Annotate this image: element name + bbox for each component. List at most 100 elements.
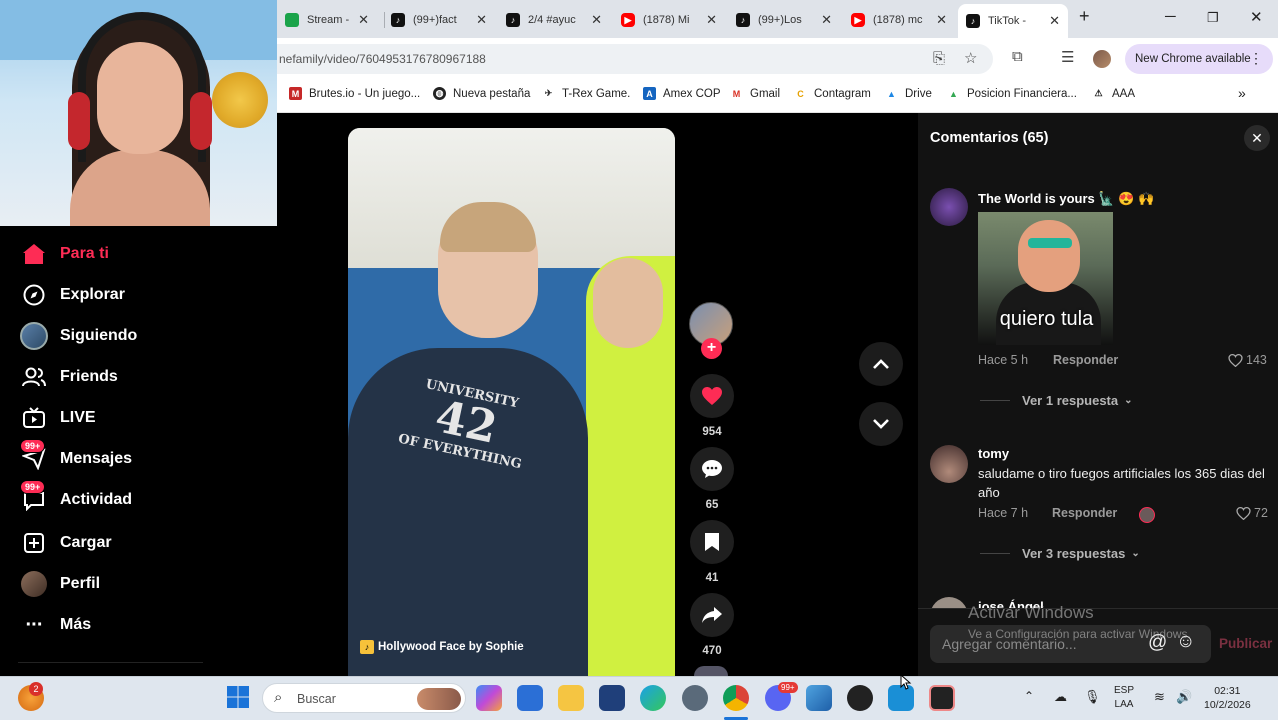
clock[interactable]: 02:31 10/2/2026 xyxy=(1204,684,1251,712)
bookmarks-overflow-icon[interactable]: » xyxy=(1238,85,1246,101)
close-icon[interactable]: ✕ xyxy=(706,12,717,28)
tab-2[interactable]: ♪ 2/4 #ayuc ✕ xyxy=(498,6,610,34)
extensions-icon[interactable]: ⧉ xyxy=(1012,48,1023,65)
star-icon[interactable]: ☆ xyxy=(964,49,977,67)
wifi-icon[interactable]: ≋ xyxy=(1154,689,1165,705)
bookmark-icon[interactable] xyxy=(690,520,734,564)
music-disc-icon[interactable] xyxy=(694,666,728,676)
sidebar-item-friends[interactable]: Friends xyxy=(18,362,118,392)
bookmark-aaa[interactable]: ⚠ AAA xyxy=(1092,87,1135,100)
comment-username[interactable]: tomy xyxy=(978,446,1009,461)
comment-action[interactable]: 65 xyxy=(689,447,735,511)
window-close-button[interactable]: ✕ xyxy=(1250,8,1263,26)
volume-icon[interactable]: 🔊 xyxy=(1176,689,1192,705)
tab-4[interactable]: ♪ (99+)Los ✕ xyxy=(728,6,840,34)
comment-text: saludame o tiro fuegos artificiales los … xyxy=(978,466,1265,500)
sidebar-item-para-ti[interactable]: Para ti xyxy=(18,239,109,269)
publish-button[interactable]: Publicar xyxy=(1219,636,1272,651)
bookmark-trex[interactable]: ✈ T-Rex Game. xyxy=(542,87,631,100)
avatar[interactable] xyxy=(930,188,968,226)
reply-button[interactable]: Responder xyxy=(1053,353,1118,367)
sidebar-item-mensajes[interactable]: 99+ Mensajes xyxy=(18,439,132,474)
minimize-button[interactable]: ─ xyxy=(1165,8,1176,25)
close-icon[interactable]: ✕ xyxy=(821,12,832,28)
comment-icon[interactable] xyxy=(690,447,734,491)
media-controls-icon[interactable]: ☰ xyxy=(1061,48,1074,66)
language-indicator[interactable]: ESP LAA xyxy=(1114,684,1134,712)
tiktok-icon: ♪ xyxy=(391,13,405,27)
tab-1[interactable]: ♪ (99+)fact ✕ xyxy=(383,6,495,34)
outlook-icon[interactable] xyxy=(517,685,543,711)
comment-username[interactable]: The World is yours 🗽 😍 🙌 xyxy=(978,191,1154,207)
microphone-icon[interactable]: 🎙 xyxy=(1084,689,1101,705)
close-icon[interactable]: ✕ xyxy=(1049,13,1060,29)
store-icon[interactable] xyxy=(599,685,625,711)
avatar[interactable] xyxy=(930,445,968,483)
sidebar-item-perfil[interactable]: Perfil xyxy=(18,569,100,599)
sidebar-item-cargar[interactable]: Cargar xyxy=(18,528,112,558)
follow-plus-icon[interactable]: + xyxy=(701,338,722,359)
close-icon[interactable]: ✕ xyxy=(936,12,947,28)
edge-icon[interactable] xyxy=(640,685,666,711)
heart-icon[interactable] xyxy=(690,374,734,418)
copilot-icon[interactable] xyxy=(476,685,502,711)
new-chrome-button[interactable]: New Chrome available ⋮ xyxy=(1125,44,1273,74)
tab-active-tiktok[interactable]: ♪ TikTok - ✕ xyxy=(958,4,1068,38)
tab-5[interactable]: ▶ (1878) mc ✕ xyxy=(843,6,955,34)
tab-0[interactable]: Stream - ✕ xyxy=(277,6,377,34)
comment-like[interactable]: 72 xyxy=(1236,506,1268,520)
like-count: 954 xyxy=(702,426,722,438)
close-icon[interactable]: ✕ xyxy=(476,12,487,28)
bookmark-amex[interactable]: A Amex COP xyxy=(643,87,721,100)
tab-3[interactable]: ▶ (1878) Mi ✕ xyxy=(613,6,725,34)
like-action[interactable]: 954 xyxy=(689,374,735,438)
close-icon[interactable]: ✕ xyxy=(358,12,369,28)
view-replies-button[interactable]: Ver 3 respuestas ⌄ xyxy=(980,546,1140,561)
taskbar-search[interactable]: ⌕ Buscar xyxy=(262,683,466,713)
photos-icon[interactable] xyxy=(806,685,832,711)
share-icon[interactable] xyxy=(690,593,734,637)
profile-avatar-icon[interactable] xyxy=(1093,50,1111,68)
chrome-icon[interactable] xyxy=(723,685,749,711)
bookmark-label: Gmail xyxy=(750,87,781,100)
comment-like[interactable]: 143 xyxy=(1228,353,1267,367)
sidebar-item-siguiendo[interactable]: Siguiendo xyxy=(18,321,137,351)
address-bar[interactable]: nefamily/video/7604953176780967188 ⎘ ☆ xyxy=(277,44,993,74)
sidebar-item-actividad[interactable]: 99+ Actividad xyxy=(18,480,132,515)
sidebar-item-live[interactable]: LIVE xyxy=(18,403,96,433)
bookmark-posicion[interactable]: ▲ Posicion Financiera... xyxy=(947,87,1077,100)
sidebar-item-explorar[interactable]: Explorar xyxy=(18,280,125,310)
kebab-menu-icon[interactable]: ⋮ xyxy=(1249,50,1263,67)
maximize-button[interactable]: ❐ xyxy=(1207,10,1219,26)
chevron-up-icon[interactable]: ⌃ xyxy=(1024,689,1034,703)
obs-icon[interactable] xyxy=(847,685,873,711)
close-icon[interactable]: ✕ xyxy=(591,12,602,28)
sound-link[interactable]: ♪ Hollywood Face by Sophie xyxy=(360,640,524,654)
next-video-button[interactable] xyxy=(859,402,903,446)
url-text[interactable]: nefamily/video/7604953176780967188 xyxy=(279,52,486,66)
bookmark-nueva-pestana[interactable]: ◍ Nueva pestaña xyxy=(433,87,530,100)
bookmark-gmail[interactable]: M Gmail xyxy=(730,87,780,100)
share-action[interactable]: 470 xyxy=(689,593,735,657)
heart-outline-icon xyxy=(1228,353,1243,367)
bookmark-brutes[interactable]: M Brutes.io - Un juego... xyxy=(289,87,420,100)
settings-gear-icon[interactable] xyxy=(682,685,708,711)
view-replies-button[interactable]: Ver 1 respuesta ⌄ xyxy=(980,393,1133,408)
install-app-icon[interactable]: ⎘ xyxy=(933,50,945,67)
reply-button[interactable]: Responder xyxy=(1052,506,1117,520)
start-button[interactable] xyxy=(226,685,252,711)
sidebar-item-label: Cargar xyxy=(60,534,112,551)
discord-badge: 99+ xyxy=(778,682,798,693)
file-explorer-icon[interactable] xyxy=(558,685,584,711)
sidebar-item-mas[interactable]: ··· Más xyxy=(18,610,92,640)
previous-video-button[interactable] xyxy=(859,342,903,386)
save-action[interactable]: 41 xyxy=(689,520,735,584)
new-tab-button[interactable]: + xyxy=(1079,6,1090,27)
epic-games-icon[interactable] xyxy=(929,685,955,711)
bookmark-contagram[interactable]: C Contagram xyxy=(794,87,871,100)
close-comments-button[interactable]: ✕ xyxy=(1244,125,1270,151)
bookmark-drive[interactable]: ▲ Drive xyxy=(885,87,932,100)
cloud-icon[interactable]: ☁ xyxy=(1054,689,1067,705)
sound-label: Hollywood Face by Sophie xyxy=(378,641,524,653)
video-player[interactable]: UNIVERSITY 42 OF EVERYTHING ♪ Hollywood … xyxy=(348,128,675,676)
